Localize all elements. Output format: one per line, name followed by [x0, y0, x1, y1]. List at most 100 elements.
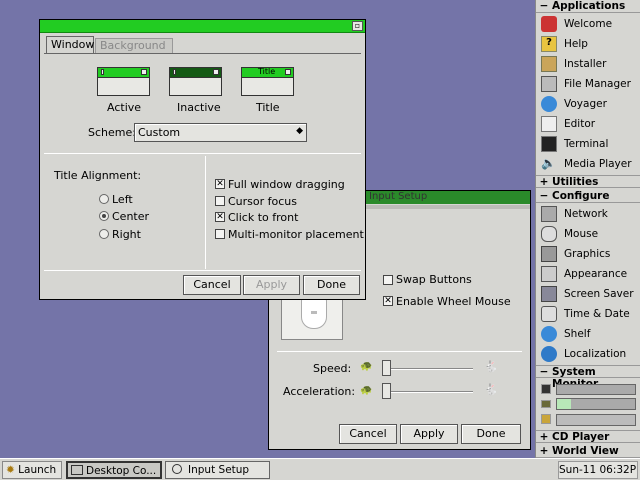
- speed-slider-knob[interactable]: [382, 360, 391, 376]
- launch-label: Launch: [18, 464, 57, 476]
- disk-meter: [556, 414, 636, 426]
- acceleration-slider-track[interactable]: [383, 391, 473, 393]
- configure-header[interactable]: − Configure: [536, 190, 640, 203]
- tab-window[interactable]: Window: [46, 36, 94, 54]
- input-apply-button[interactable]: Apply: [400, 424, 458, 444]
- clock-text: Sun-11 06:32PM: [559, 464, 638, 476]
- graphics-icon: [541, 246, 557, 262]
- clock[interactable]: Sun-11 06:32PM: [558, 461, 638, 479]
- installer-icon: [541, 56, 557, 72]
- tab-window-label: Window: [51, 38, 95, 51]
- radio-left-label: Left: [112, 193, 133, 206]
- sidebar-item-localization[interactable]: Localization: [536, 344, 640, 364]
- clock-icon: [541, 306, 557, 322]
- radio-right-label: Right: [112, 228, 141, 241]
- radio-right[interactable]: [99, 229, 109, 239]
- task-desktop-config[interactable]: Desktop Co...: [66, 461, 162, 479]
- desktop-config-window: ▫ Window Background Active Inactive Titl…: [39, 19, 366, 300]
- sidebar-item-editor[interactable]: Editor: [536, 114, 640, 134]
- sidebar-item-welcome[interactable]: Welcome: [536, 14, 640, 34]
- cd-player-header[interactable]: + CD Player: [536, 430, 640, 443]
- shelf-globe-icon: [541, 326, 557, 342]
- sidebar-item-media-player[interactable]: 🔈 Media Player: [536, 154, 640, 174]
- screen-saver-icon: [541, 286, 557, 302]
- sidebar-item-terminal[interactable]: Terminal: [536, 134, 640, 154]
- editor-icon: [541, 116, 557, 132]
- wheel-mouse-label: Enable Wheel Mouse: [396, 295, 511, 308]
- cancel-button[interactable]: Cancel: [183, 275, 241, 295]
- sidebar-item-installer[interactable]: Installer: [536, 54, 640, 74]
- desktop-config-titlebar[interactable]: ▫: [40, 20, 365, 33]
- full-window-dragging-label: Full window dragging: [228, 178, 345, 191]
- radio-left[interactable]: [99, 194, 109, 204]
- cursor-focus-label: Cursor focus: [228, 195, 298, 208]
- multi-monitor-label: Multi-monitor placement: [228, 228, 364, 241]
- cursor-focus-checkbox[interactable]: [215, 196, 225, 206]
- voyager-globe-icon: [541, 96, 557, 112]
- help-icon: ?: [541, 36, 557, 52]
- done-button[interactable]: Done: [303, 275, 360, 295]
- sidebar-item-file-manager[interactable]: File Manager: [536, 74, 640, 94]
- sidebar-item-shelf[interactable]: Shelf: [536, 324, 640, 344]
- title-preview-text: Title: [258, 67, 276, 76]
- terminal-icon: [541, 136, 557, 152]
- cpu-icon: [541, 384, 551, 394]
- world-view-header[interactable]: + World View: [536, 445, 640, 458]
- sidebar-item-appearance[interactable]: Appearance: [536, 264, 640, 284]
- scheme-dropdown[interactable]: Custom ◆: [134, 123, 307, 142]
- taskbar: ✹ Launch Desktop Co... Input Setup Sun-1…: [0, 458, 640, 480]
- sidebar-item-screen-saver[interactable]: Screen Saver: [536, 284, 640, 304]
- radio-center[interactable]: [99, 211, 109, 221]
- speed-slider-track[interactable]: [383, 368, 473, 370]
- input-setup-title: Input Setup: [369, 191, 428, 202]
- speaker-icon: 🔈: [541, 156, 556, 170]
- sidebar-item-voyager[interactable]: Voyager: [536, 94, 640, 114]
- turtle-icon: 🐢: [360, 361, 373, 372]
- mouse-icon: [541, 226, 557, 242]
- tab-background[interactable]: Background: [95, 38, 173, 54]
- active-preview: [97, 67, 150, 96]
- click-to-front-label: Click to front: [228, 211, 299, 224]
- localization-globe-icon: [541, 346, 557, 362]
- utilities-header[interactable]: + Utilities: [536, 175, 640, 188]
- active-label: Active: [107, 101, 142, 114]
- speed-label: Speed:: [313, 362, 352, 375]
- swap-buttons-checkbox[interactable]: [383, 275, 393, 285]
- turtle-icon: 🐢: [360, 385, 373, 396]
- full-window-dragging-checkbox[interactable]: ✕: [215, 179, 225, 189]
- network-icon: [541, 206, 557, 222]
- sidebar-item-time-date[interactable]: Time & Date: [536, 304, 640, 324]
- sidebar-item-network[interactable]: Network: [536, 204, 640, 224]
- acceleration-slider-knob[interactable]: [382, 383, 391, 399]
- launch-button[interactable]: ✹ Launch: [2, 461, 62, 479]
- swap-buttons-label: Swap Buttons: [396, 273, 472, 286]
- click-to-front-checkbox[interactable]: ✕: [215, 212, 225, 222]
- welcome-icon: [541, 16, 557, 32]
- tab-background-label: Background: [100, 39, 166, 52]
- system-monitor-header[interactable]: −System Monitor: [536, 365, 640, 390]
- inactive-label: Inactive: [177, 101, 221, 114]
- dropdown-arrow-icon: ◆: [296, 126, 303, 136]
- memory-icon: [541, 400, 551, 408]
- scheme-value: Custom: [138, 126, 181, 139]
- title-label: Title: [256, 101, 280, 114]
- multi-monitor-checkbox[interactable]: [215, 229, 225, 239]
- appearance-icon: [541, 266, 557, 282]
- input-setup-task-icon: [172, 464, 182, 474]
- apply-button[interactable]: Apply: [243, 275, 300, 295]
- input-cancel-button[interactable]: Cancel: [339, 424, 397, 444]
- task-input-setup-label: Input Setup: [188, 464, 250, 476]
- memory-meter: [556, 398, 636, 410]
- wheel-mouse-checkbox[interactable]: ✕: [383, 296, 393, 306]
- sidebar: − Applications Welcome ? Help Installer Fi…: [535, 0, 640, 458]
- sidebar-item-help[interactable]: ? Help: [536, 34, 640, 54]
- input-done-button[interactable]: Done: [461, 424, 521, 444]
- task-input-setup[interactable]: Input Setup: [165, 461, 270, 479]
- applications-header[interactable]: − Applications: [536, 0, 640, 13]
- title-alignment-label: Title Alignment:: [54, 169, 142, 182]
- sidebar-item-mouse[interactable]: Mouse: [536, 224, 640, 244]
- sidebar-item-graphics[interactable]: Graphics: [536, 244, 640, 264]
- close-icon[interactable]: ▫: [352, 21, 363, 31]
- cpu-meter: [556, 384, 636, 395]
- task-desktop-config-label: Desktop Co...: [86, 465, 157, 477]
